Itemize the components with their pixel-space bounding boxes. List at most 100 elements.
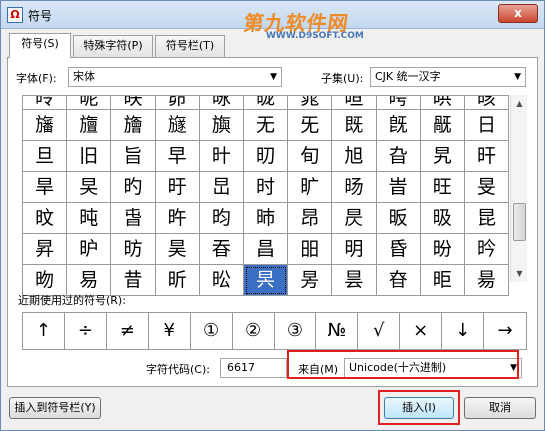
symbol-cell[interactable]: 昂 xyxy=(288,203,333,234)
symbol-cell[interactable]: 旾 xyxy=(111,203,156,234)
symbol-cell[interactable]: 昴 xyxy=(155,96,200,110)
symbol-cell[interactable]: 旫 xyxy=(243,141,289,172)
recent-symbol-cell[interactable]: ② xyxy=(233,313,275,349)
symbol-cell[interactable]: 昘 xyxy=(288,265,333,296)
recent-symbol-cell[interactable]: ③ xyxy=(275,313,317,349)
scroll-up-icon[interactable]: ▲ xyxy=(511,95,528,112)
symbol-cell-selected[interactable]: 昗 xyxy=(243,265,289,296)
symbol-cell[interactable]: 昊 xyxy=(155,234,200,265)
recent-symbol-cell[interactable]: → xyxy=(484,313,526,349)
recent-symbol-cell[interactable]: ¥ xyxy=(149,313,191,349)
tab-special-chars[interactable]: 特殊字符(P) xyxy=(73,35,153,57)
symbol-cell[interactable]: 旪 xyxy=(199,141,244,172)
symbol-cell[interactable]: 旧 xyxy=(67,141,112,172)
symbol-cell[interactable]: 旰 xyxy=(464,141,510,172)
char-code-input[interactable]: 6617 xyxy=(220,358,287,378)
symbol-cell[interactable]: 昈 xyxy=(67,234,112,265)
symbol-cell[interactable]: 旿 xyxy=(155,203,200,234)
symbol-cell[interactable]: 旛 xyxy=(23,110,68,141)
symbol-cell[interactable]: 昵 xyxy=(67,96,112,110)
recent-symbol-cell[interactable]: ↓ xyxy=(442,313,485,349)
symbol-cell[interactable]: 旸 xyxy=(332,172,377,203)
symbol-cell[interactable]: 晅 xyxy=(332,96,377,110)
symbol-cell[interactable]: 昤 xyxy=(23,96,68,110)
symbol-cell[interactable]: 旞 xyxy=(155,110,200,141)
symbol-cell[interactable]: 昚 xyxy=(376,265,421,296)
insert-button[interactable]: 插入(I) xyxy=(384,397,454,419)
symbol-cell[interactable]: 旳 xyxy=(111,172,156,203)
recent-symbol-cell[interactable]: √ xyxy=(358,313,401,349)
subset-select[interactable]: CJK 统一汉字 ▼ xyxy=(370,67,526,87)
symbol-cell[interactable]: 昛 xyxy=(420,265,465,296)
symbol-cell[interactable]: 昍 xyxy=(288,234,333,265)
tab-symbols[interactable]: 符号(S) xyxy=(9,33,71,58)
symbol-cell[interactable]: 晁 xyxy=(288,96,333,110)
symbol-cell[interactable]: 旽 xyxy=(67,203,112,234)
symbol-cell[interactable]: 昕 xyxy=(155,265,200,296)
symbol-cell[interactable]: 旡 xyxy=(288,110,333,141)
recent-symbol-cell[interactable]: № xyxy=(316,313,359,349)
symbol-cell[interactable]: 旯 xyxy=(420,141,465,172)
symbol-cell[interactable]: 旮 xyxy=(376,141,421,172)
symbol-cell[interactable]: 晐 xyxy=(464,96,510,110)
recent-symbol-cell[interactable]: ↑ xyxy=(23,313,65,349)
symbol-cell[interactable]: 旜 xyxy=(67,110,112,141)
tab-symbol-bar[interactable]: 符号栏(T) xyxy=(155,35,225,57)
symbol-cell[interactable]: 旣 xyxy=(376,110,421,141)
font-select[interactable]: 宋体 ▼ xyxy=(68,67,282,87)
symbol-cell[interactable]: 昁 xyxy=(243,203,289,234)
symbol-cell[interactable]: 昜 xyxy=(464,265,510,296)
symbol-cell[interactable]: 时 xyxy=(243,172,289,203)
symbol-cell[interactable]: 昙 xyxy=(332,265,377,296)
symbol-cell[interactable]: 旷 xyxy=(288,172,333,203)
symbol-cell[interactable]: 旵 xyxy=(199,172,244,203)
symbol-cell[interactable]: 既 xyxy=(332,110,377,141)
recent-symbol-cell[interactable]: ① xyxy=(191,313,233,349)
title-bar[interactable]: Ω 符号 第九软件网 WWW.D9SOFT.COM x xyxy=(1,1,544,41)
symbol-cell[interactable]: 晇 xyxy=(376,96,421,110)
scroll-down-icon[interactable]: ▼ xyxy=(511,265,528,282)
symbol-cell[interactable]: 旹 xyxy=(376,172,421,203)
symbol-cell[interactable]: 旦 xyxy=(23,141,68,172)
symbol-cell[interactable]: 旴 xyxy=(155,172,200,203)
symbol-cell[interactable]: 旭 xyxy=(332,141,377,172)
symbol-cell[interactable]: 晎 xyxy=(420,96,465,110)
symbol-cell[interactable]: 旻 xyxy=(464,172,510,203)
symbol-cell[interactable]: 昇 xyxy=(23,234,68,265)
symbol-cell[interactable]: 昉 xyxy=(111,234,156,265)
grid-scrollbar[interactable]: ▲ ▼ xyxy=(510,95,527,282)
symbol-cell[interactable]: 昅 xyxy=(420,203,465,234)
close-button[interactable]: x xyxy=(498,4,538,23)
symbol-cell[interactable]: 昐 xyxy=(420,234,465,265)
symbol-cell[interactable]: 旬 xyxy=(288,141,333,172)
symbol-cell[interactable]: 旼 xyxy=(23,203,68,234)
insert-to-bar-button[interactable]: 插入到符号栏(Y) xyxy=(9,397,101,419)
symbol-cell[interactable]: 旝 xyxy=(111,110,156,141)
symbol-cell[interactable]: 昏 xyxy=(376,234,421,265)
symbol-cell[interactable]: 无 xyxy=(243,110,289,141)
symbol-cell[interactable]: 昽 xyxy=(243,96,289,110)
symbol-cell[interactable]: 昑 xyxy=(464,234,510,265)
symbol-cell[interactable]: 明 xyxy=(332,234,377,265)
symbol-cell[interactable]: 昹 xyxy=(199,96,244,110)
symbol-cell[interactable]: 旲 xyxy=(67,172,112,203)
symbol-cell[interactable]: 日 xyxy=(464,110,510,141)
symbol-cell[interactable]: 早 xyxy=(155,141,200,172)
symbol-cell[interactable]: 旟 xyxy=(199,110,244,141)
symbol-cell[interactable]: 昀 xyxy=(199,203,244,234)
symbol-cell[interactable]: 昄 xyxy=(376,203,421,234)
symbol-cell[interactable]: 旨 xyxy=(111,141,156,172)
symbol-cell[interactable]: 昌 xyxy=(243,234,289,265)
symbol-cell[interactable]: 昃 xyxy=(332,203,377,234)
symbol-cell[interactable]: 昳 xyxy=(111,96,156,110)
symbol-cell[interactable]: 旤 xyxy=(420,110,465,141)
recent-symbol-cell[interactable]: ÷ xyxy=(65,313,107,349)
symbol-cell[interactable]: 旱 xyxy=(23,172,68,203)
cancel-button[interactable]: 取消 xyxy=(464,397,536,419)
symbol-cell[interactable]: 昋 xyxy=(199,234,244,265)
scrollbar-thumb[interactable] xyxy=(513,203,526,241)
symbol-cell[interactable]: 昆 xyxy=(464,203,510,234)
recent-symbol-cell[interactable]: × xyxy=(400,313,443,349)
recent-symbol-cell[interactable]: ≠ xyxy=(107,313,149,349)
symbol-cell[interactable]: 旺 xyxy=(420,172,465,203)
